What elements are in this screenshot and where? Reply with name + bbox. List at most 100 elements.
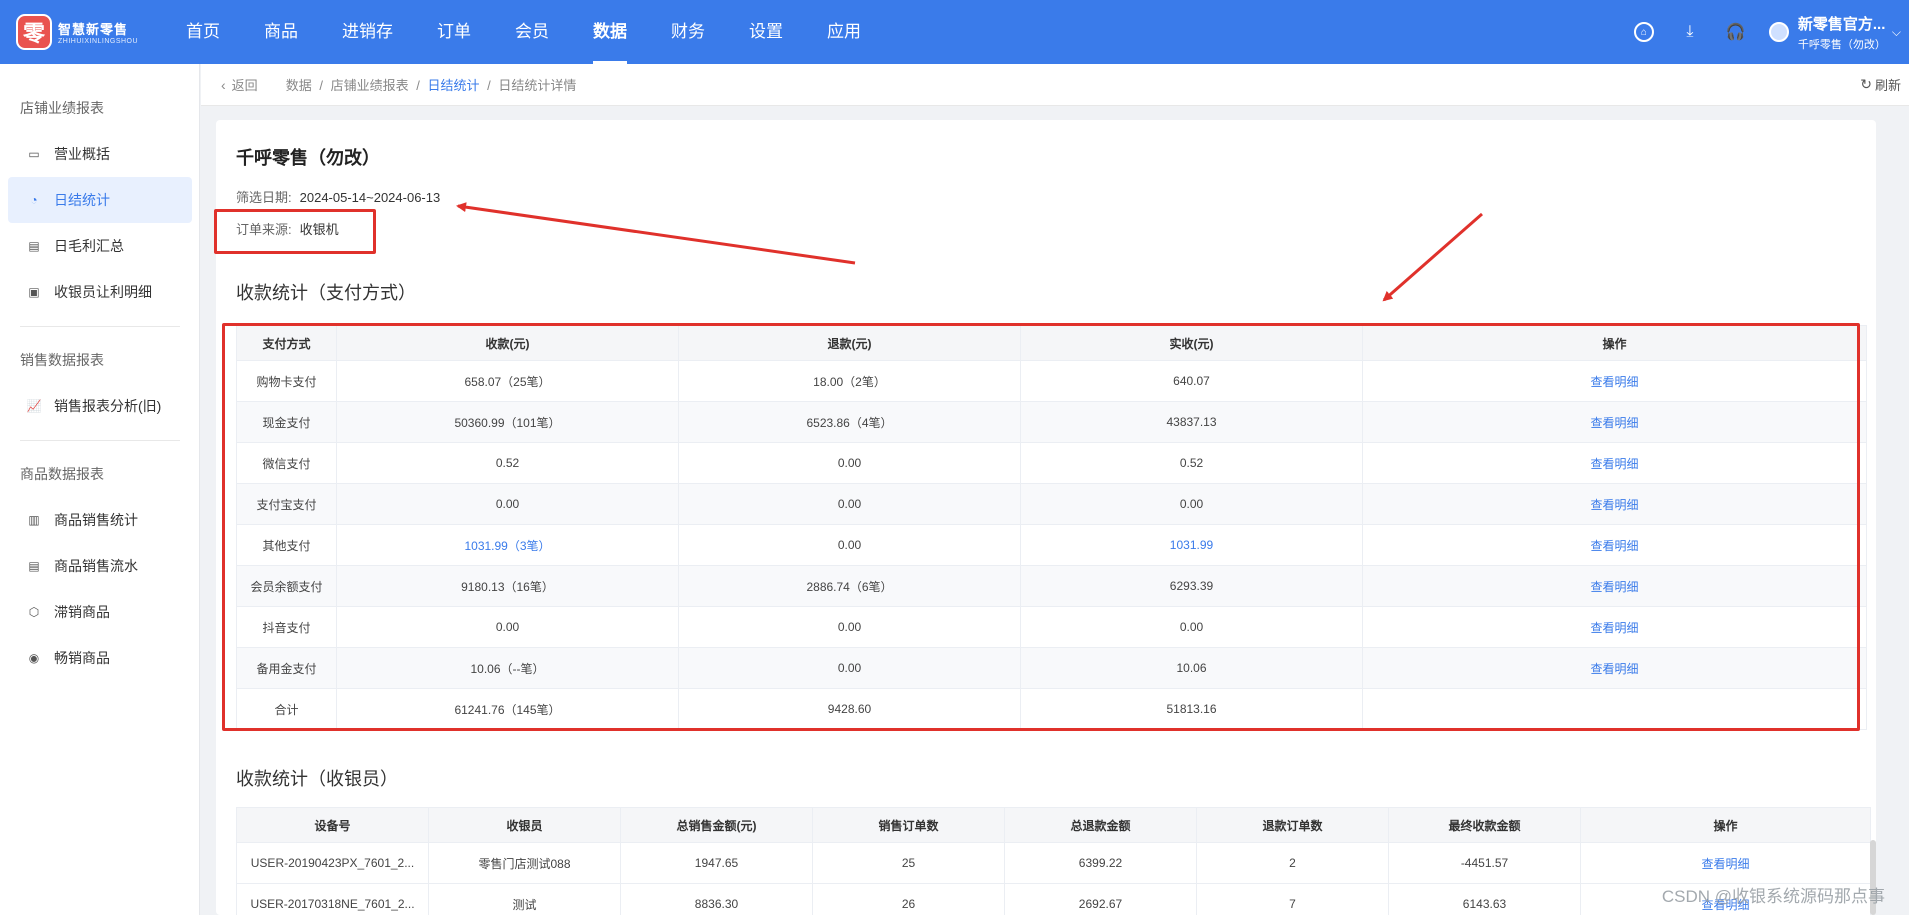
user-menu[interactable]: 新零售官方... 千呼零售（勿改） ⌵ (1768, 13, 1901, 52)
table-cell: 0.00 (1020, 606, 1363, 648)
download-icon[interactable]: ⤓ (1667, 0, 1713, 64)
table-cell: 6143.63 (1388, 883, 1581, 915)
table-row: 微信支付 0.52 0.00 0.52 查看明细 (236, 442, 1867, 484)
view-detail-link[interactable]: 查看明细 (1362, 442, 1867, 484)
column-header: 支付方式 (236, 325, 337, 361)
home-icon[interactable]: ⌂ (1621, 0, 1667, 64)
table-cell: 0.00 (678, 524, 1021, 566)
table-header-row: 支付方式 收款(元) 退款(元) 实收(元) 操作 (236, 325, 1867, 361)
table-cell: 0.00 (336, 606, 679, 648)
brand-logo[interactable]: 零 智慧新零售 ZHIHUIXINLINGSHOU (16, 14, 164, 50)
table-cell: 0.00 (678, 442, 1021, 484)
refresh-icon: ↻ (1860, 76, 1872, 92)
column-header: 收款(元) (336, 325, 679, 361)
headset-icon[interactable]: 🎧 (1713, 0, 1759, 64)
view-detail-link[interactable]: 查看明细 (1362, 647, 1867, 689)
column-header: 总销售金额(元) (620, 807, 813, 843)
user-name: 新零售官方... (1797, 15, 1886, 33)
table-row: 抖音支付 0.00 0.00 0.00 查看明细 (236, 606, 1867, 648)
breadcrumb-item[interactable]: 数据 (286, 78, 312, 93)
table-cell: 0.52 (336, 442, 679, 484)
table-cell: 6399.22 (1004, 842, 1197, 884)
table-cell: 10.06 (1020, 647, 1363, 689)
sidebar-item-sales-analysis[interactable]: 📈 销售报表分析(旧) (8, 383, 192, 429)
table-cell: 现金支付 (236, 401, 337, 443)
divider (20, 326, 180, 327)
view-detail-link[interactable]: 查看明细 (1362, 483, 1867, 525)
table-cell: 0.00 (336, 483, 679, 525)
nav-settings[interactable]: 设置 (727, 0, 805, 64)
view-detail-link[interactable]: 查看明细 (1362, 401, 1867, 443)
section-title-payment: 收款统计（支付方式） (236, 283, 416, 303)
sidebar-item-slow-goods[interactable]: ⬡ 滞销商品 (8, 589, 192, 635)
nav-data[interactable]: 数据 (571, 0, 649, 64)
sidebar-group-goods: 商品数据报表 (20, 466, 104, 482)
table-row: 会员余额支付 9180.13（16笔） 2886.74（6笔） 6293.39 查看明细 (236, 565, 1867, 607)
payment-table: 支付方式 收款(元) 退款(元) 实收(元) 操作 购物卡支付 658.07（25笔） 18… (236, 325, 1867, 730)
table-row: 购物卡支付 658.07（25笔） 18.00（2笔） 640.07 查看明细 (236, 360, 1867, 402)
table-cell: 50360.99（101笔） (336, 401, 679, 443)
table-row: 其他支付 1031.99（3笔） 0.00 1031.99 查看明细 (236, 524, 1867, 566)
receipt-icon: ▣ (28, 285, 40, 299)
user-store: 千呼零售（勿改） (1797, 38, 1886, 51)
column-header: 销售订单数 (812, 807, 1005, 843)
nav-home[interactable]: 首页 (164, 0, 242, 64)
nav-finance[interactable]: 财务 (649, 0, 727, 64)
page-title: 千呼零售（勿改） (236, 148, 380, 168)
sidebar-item-hot-goods[interactable]: ◉ 畅销商品 (8, 635, 192, 681)
table-cell: 0.52 (1020, 442, 1363, 484)
back-button[interactable]: ‹ 返回 (221, 75, 258, 94)
table-cell: 合计 (236, 688, 337, 730)
sidebar-item-overview[interactable]: ▭ 营业概括 (8, 131, 192, 177)
table-cell: 6523.86（4笔） (678, 401, 1021, 443)
sidebar-item-daily-profit[interactable]: ▤ 日毛利汇总 (8, 223, 192, 269)
sidebar-item-goods-flow[interactable]: ▤ 商品销售流水 (8, 543, 192, 589)
main-card: 千呼零售（勿改） 筛选日期: 2024-05-14~2024-06-13 订单来源… (216, 120, 1876, 915)
table-cell: USER-20170318NE_7601_2... (236, 883, 429, 915)
table-cell: 会员余额支付 (236, 565, 337, 607)
sidebar-item-goods-sales[interactable]: ▥ 商品销售统计 (8, 497, 192, 543)
nav-inventory[interactable]: 进销存 (320, 0, 415, 64)
refresh-button[interactable]: ↻ 刷新 (1860, 75, 1901, 94)
watermark: CSDN @收银系统源码那点事 (1661, 887, 1885, 906)
view-detail-link[interactable]: 查看明细 (1362, 524, 1867, 566)
line-chart-icon: 📈 (26, 399, 42, 413)
view-detail-link[interactable]: 查看明细 (1362, 565, 1867, 607)
table-cell: 26 (812, 883, 1005, 915)
table-cell: 0.00 (678, 647, 1021, 689)
filter-source: 订单来源: 收银机 (236, 222, 339, 237)
column-header: 实收(元) (1020, 325, 1363, 361)
table-cell: 0.00 (678, 606, 1021, 648)
table-cell: 备用金支付 (236, 647, 337, 689)
table-cell: 7 (1196, 883, 1389, 915)
table-cell: 18.00（2笔） (678, 360, 1021, 402)
table-cell: 8836.30 (620, 883, 813, 915)
table-header-row: 设备号 收银员 总销售金额(元) 销售订单数 总退款金额 退款订单数 最终收款金额 操作 (236, 807, 1871, 843)
table-cell: 1031.99（3笔） (336, 524, 679, 566)
avatar (1768, 22, 1789, 42)
table-cell: 51813.16 (1020, 688, 1363, 730)
view-detail-link[interactable]: 查看明细 (1362, 606, 1867, 648)
monitor-icon: ▭ (28, 147, 40, 161)
nav-goods[interactable]: 商品 (242, 0, 320, 64)
view-detail-link[interactable]: 查看明细 (1580, 842, 1871, 884)
table-cell: 支付宝支付 (236, 483, 337, 525)
table-cell (1362, 688, 1867, 730)
breadcrumb-item[interactable]: 店铺业绩报表 (331, 78, 409, 93)
brand-sub: ZHIHUIXINLINGSHOU (58, 38, 139, 45)
logo-mark: 零 (16, 14, 52, 50)
section-title-cashier: 收款统计（收银员） (236, 769, 398, 789)
nav-members[interactable]: 会员 (493, 0, 571, 64)
nav-apps[interactable]: 应用 (805, 0, 883, 64)
sidebar-item-daily-settlement[interactable]: ◔ 日结统计 (8, 177, 192, 223)
column-header: 总退款金额 (1004, 807, 1197, 843)
table-cell: 零售门店测试088 (428, 842, 621, 884)
nav-orders[interactable]: 订单 (415, 0, 493, 64)
view-detail-link[interactable]: 查看明细 (1362, 360, 1867, 402)
breadcrumb-item[interactable]: 日结统计 (427, 78, 479, 93)
report-icon: ▤ (28, 239, 40, 253)
sidebar-item-cashier-discount[interactable]: ▣ 收银员让利明细 (8, 269, 192, 315)
table-cell: 9180.13（16笔） (336, 565, 679, 607)
table-cell: 61241.76（145笔） (336, 688, 679, 730)
brand-name: 智慧新零售 (58, 22, 129, 37)
